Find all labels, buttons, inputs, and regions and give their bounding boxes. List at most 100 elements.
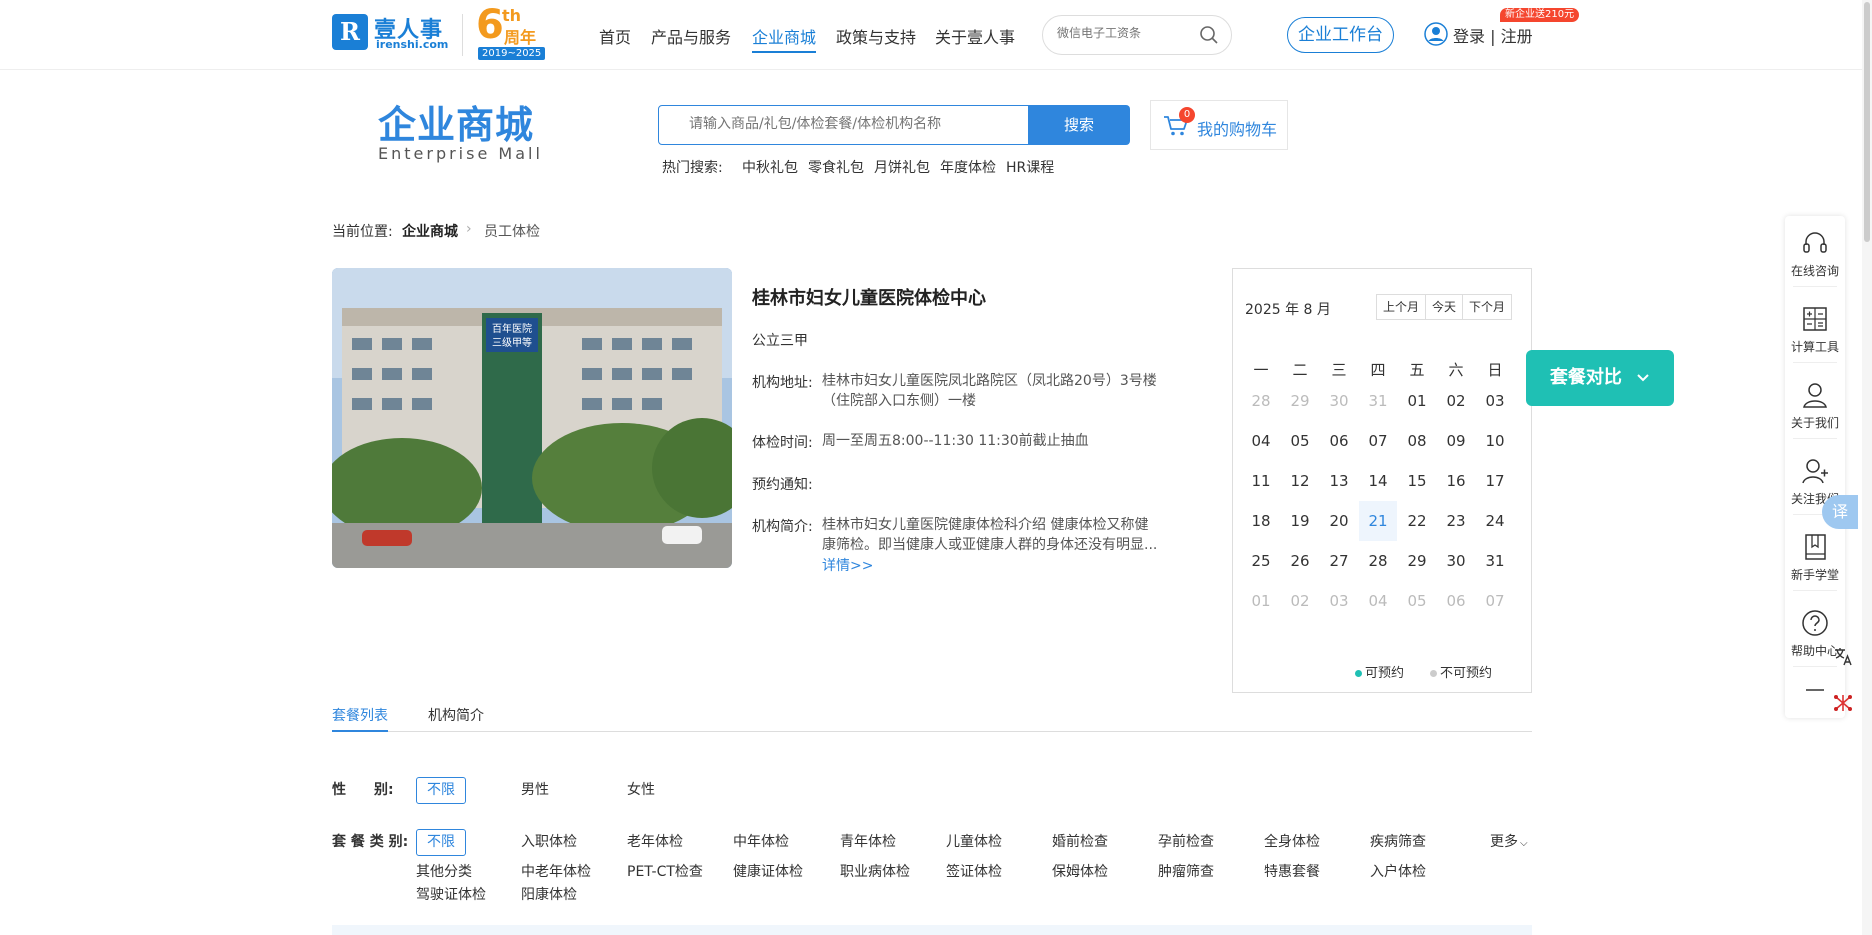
hot-search-item[interactable]: 月饼礼包 (874, 157, 930, 177)
sidebar-about[interactable]: 关于我们 (1785, 380, 1845, 431)
type-option[interactable]: 青年体检 (840, 831, 896, 851)
calendar-day[interactable]: 06 (1320, 421, 1358, 461)
calendar-day[interactable]: 13 (1320, 461, 1358, 501)
calendar-day[interactable]: 04 (1242, 421, 1280, 461)
calendar-day[interactable]: 01 (1242, 581, 1280, 621)
calendar-day[interactable]: 20 (1320, 501, 1358, 541)
type-option[interactable]: 其他分类 (416, 861, 472, 881)
calendar-day[interactable]: 08 (1398, 421, 1436, 461)
tab-institution-intro[interactable]: 机构简介 (428, 705, 484, 725)
calendar-day[interactable]: 10 (1476, 421, 1514, 461)
calendar-day[interactable]: 04 (1359, 581, 1397, 621)
mall-title[interactable]: 企业商城 (378, 94, 534, 149)
calendar-day[interactable]: 15 (1398, 461, 1436, 501)
sidebar-calculator[interactable]: 计算工具 (1785, 304, 1845, 355)
calendar-day[interactable]: 01 (1398, 381, 1436, 421)
nav-about[interactable]: 关于壹人事 (935, 24, 1015, 48)
assistant-icon[interactable] (1832, 692, 1854, 718)
hot-search-item[interactable]: 中秋礼包 (742, 157, 798, 177)
type-option[interactable]: 保姆体检 (1052, 861, 1108, 881)
prev-month-button[interactable]: 上个月 (1377, 295, 1427, 319)
calendar-day[interactable]: 03 (1476, 381, 1514, 421)
gender-option[interactable]: 女性 (627, 779, 655, 799)
more-types-link[interactable]: 更多 ⌵ (1490, 831, 1528, 851)
tab-package-list[interactable]: 套餐列表 (332, 705, 388, 725)
calendar-day[interactable]: 24 (1476, 501, 1514, 541)
type-option[interactable]: 特惠套餐 (1264, 861, 1320, 881)
calendar-day[interactable]: 22 (1398, 501, 1436, 541)
workbench-button[interactable]: 企业工作台 (1287, 17, 1394, 53)
compare-packages-button[interactable]: 套餐对比 (1526, 350, 1674, 406)
sidebar-tutorial[interactable]: 新手学堂 (1785, 532, 1845, 583)
nav-home[interactable]: 首页 (599, 24, 631, 48)
login-link[interactable]: 登录 (1453, 27, 1485, 46)
type-option[interactable]: 阳康体检 (521, 884, 577, 904)
calendar-day[interactable]: 17 (1476, 461, 1514, 501)
calendar-day[interactable]: 07 (1359, 421, 1397, 461)
type-option[interactable]: 全身体检 (1264, 831, 1320, 851)
nav-policy[interactable]: 政策与支持 (836, 24, 916, 48)
sidebar-consult[interactable]: 在线咨询 (1785, 228, 1845, 279)
gender-option-all[interactable]: 不限 (416, 777, 466, 804)
calendar-day[interactable]: 06 (1437, 581, 1475, 621)
nav-mall[interactable]: 企业商城 (752, 24, 817, 53)
calendar-day[interactable]: 30 (1437, 541, 1475, 581)
calendar-day[interactable]: 19 (1281, 501, 1319, 541)
calendar-day[interactable]: 25 (1242, 541, 1280, 581)
calendar-day[interactable]: 27 (1320, 541, 1358, 581)
type-option[interactable]: 老年体检 (627, 831, 683, 851)
language-icon[interactable] (1832, 645, 1854, 671)
calendar-day[interactable]: 11 (1242, 461, 1280, 501)
next-month-button[interactable]: 下个月 (1463, 295, 1511, 319)
calendar-day[interactable]: 02 (1437, 381, 1475, 421)
calendar-day[interactable]: 29 (1398, 541, 1436, 581)
nav-products[interactable]: 产品与服务 (651, 24, 731, 48)
calendar-day[interactable]: 31 (1359, 381, 1397, 421)
calendar-day[interactable]: 30 (1320, 381, 1358, 421)
scrollbar-thumb[interactable] (1864, 2, 1870, 242)
breadcrumb-mall[interactable]: 企业商城 (402, 221, 458, 241)
brand-logo-icon[interactable]: R (332, 14, 368, 50)
calendar-day[interactable]: 07 (1476, 581, 1514, 621)
type-option[interactable]: 孕前检查 (1158, 831, 1214, 851)
calendar-day[interactable]: 31 (1476, 541, 1514, 581)
hot-search-item[interactable]: 年度体检 (940, 157, 996, 177)
type-option[interactable]: 入户体检 (1370, 861, 1426, 881)
type-option[interactable]: 疾病筛查 (1370, 831, 1426, 851)
type-option[interactable]: PET-CT检查 (627, 861, 703, 881)
calendar-day[interactable]: 02 (1281, 581, 1319, 621)
type-option[interactable]: 驾驶证体检 (416, 884, 486, 904)
type-option[interactable]: 中年体检 (733, 831, 789, 851)
calendar-day[interactable]: 14 (1359, 461, 1397, 501)
type-option[interactable]: 签证体检 (946, 861, 1002, 881)
hot-search-item[interactable]: 零食礼包 (808, 157, 864, 177)
calendar-day[interactable]: 28 (1242, 381, 1280, 421)
calendar-day[interactable]: 21 (1359, 501, 1397, 541)
calendar-day[interactable]: 03 (1320, 581, 1358, 621)
mall-search-button[interactable]: 搜索 (1028, 105, 1130, 145)
type-option-all[interactable]: 不限 (416, 829, 466, 856)
type-option[interactable]: 儿童体检 (946, 831, 1002, 851)
cart-button[interactable]: 0 我的购物车 (1150, 100, 1288, 150)
calendar-day[interactable]: 18 (1242, 501, 1280, 541)
mall-search-input[interactable] (689, 116, 1009, 132)
hot-search-item[interactable]: HR课程 (1006, 157, 1054, 177)
type-option[interactable]: 健康证体检 (733, 861, 803, 881)
calendar-day[interactable]: 26 (1281, 541, 1319, 581)
today-button[interactable]: 今天 (1426, 295, 1464, 319)
type-option[interactable]: 婚前检查 (1052, 831, 1108, 851)
calendar-day[interactable]: 16 (1437, 461, 1475, 501)
top-search-input[interactable] (1057, 26, 1197, 40)
intro-more-link[interactable]: 详情>> (822, 555, 873, 575)
calendar-day[interactable]: 09 (1437, 421, 1475, 461)
calendar-day[interactable]: 29 (1281, 381, 1319, 421)
type-option[interactable]: 肿瘤筛查 (1158, 861, 1214, 881)
search-icon[interactable] (1199, 25, 1219, 49)
calendar-day[interactable]: 23 (1437, 501, 1475, 541)
type-option[interactable]: 职业病体检 (840, 861, 910, 881)
translate-button[interactable]: 译 (1822, 495, 1858, 529)
type-option[interactable]: 入职体检 (521, 831, 577, 851)
calendar-day[interactable]: 12 (1281, 461, 1319, 501)
gender-option[interactable]: 男性 (521, 779, 549, 799)
calendar-day[interactable]: 28 (1359, 541, 1397, 581)
